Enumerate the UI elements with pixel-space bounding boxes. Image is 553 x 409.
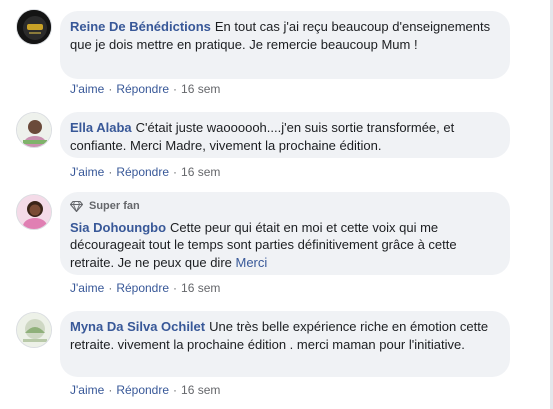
timestamp[interactable]: 16 sem: [181, 165, 220, 179]
reply-button[interactable]: Répondre: [116, 281, 169, 295]
comment-actions: J'aime · Répondre · 16 sem: [70, 165, 220, 179]
comment-bubble: Super fan Sia Dohoungbo Cette peur qui ét…: [60, 192, 510, 275]
avatar[interactable]: [16, 112, 52, 148]
avatar[interactable]: [16, 312, 52, 348]
avatar-photo-image: [17, 195, 51, 229]
reply-button[interactable]: Répondre: [116, 165, 169, 179]
reply-button[interactable]: Répondre: [116, 82, 169, 96]
like-button[interactable]: J'aime: [70, 82, 104, 96]
timestamp[interactable]: 16 sem: [181, 281, 220, 295]
comment-actions: J'aime · Répondre · 16 sem: [70, 281, 220, 295]
comment-bubble: Reine De Bénédictions En tout cas j'ai re…: [60, 11, 510, 79]
separator-dot: ·: [173, 165, 178, 179]
avatar-photo-image: [17, 313, 51, 347]
comment-author[interactable]: Sia Dohoungbo: [70, 220, 166, 235]
merci-link[interactable]: Merci: [236, 255, 268, 270]
avatar[interactable]: [16, 9, 52, 45]
diamond-icon: [70, 201, 83, 213]
separator-dot: ·: [108, 281, 113, 295]
comment-author[interactable]: Reine De Bénédictions: [70, 19, 211, 34]
timestamp[interactable]: 16 sem: [181, 383, 220, 397]
timestamp[interactable]: 16 sem: [181, 82, 220, 96]
comment-bubble: Myna Da Silva Ochilet Une très belle expé…: [60, 311, 510, 377]
avatar[interactable]: [16, 194, 52, 230]
like-button[interactable]: J'aime: [70, 281, 104, 295]
separator-dot: ·: [108, 383, 113, 397]
separator-dot: ·: [108, 82, 113, 96]
avatar-photo-image: [17, 113, 51, 147]
separator-dot: ·: [173, 383, 178, 397]
separator-dot: ·: [108, 165, 113, 179]
like-button[interactable]: J'aime: [70, 165, 104, 179]
separator-dot: ·: [173, 82, 178, 96]
comment-bubble: Ella Alaba C'était juste waoooooh....j'en…: [60, 112, 510, 158]
separator-dot: ·: [173, 281, 178, 295]
comment-author[interactable]: Ella Alaba: [70, 120, 132, 135]
comment-actions: J'aime · Répondre · 16 sem: [70, 383, 220, 397]
superfan-badge: Super fan: [70, 198, 500, 216]
avatar-logo-image: [17, 10, 51, 44]
reply-button[interactable]: Répondre: [116, 383, 169, 397]
like-button[interactable]: J'aime: [70, 383, 104, 397]
superfan-label: Super fan: [89, 200, 140, 212]
comment-author[interactable]: Myna Da Silva Ochilet: [70, 319, 205, 334]
comment-actions: J'aime · Répondre · 16 sem: [70, 82, 220, 96]
